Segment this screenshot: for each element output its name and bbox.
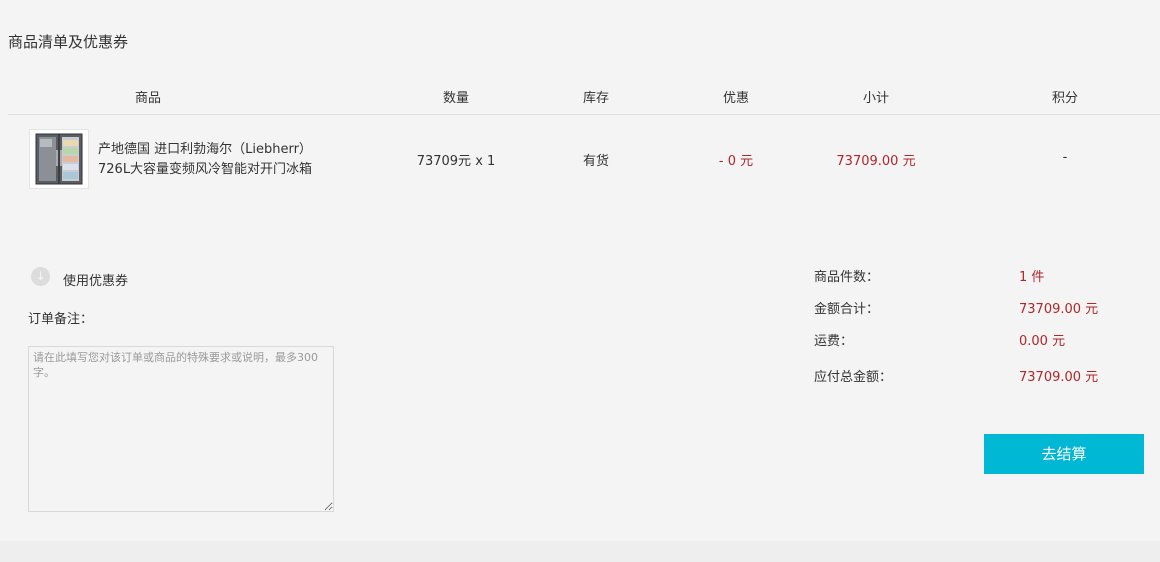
total-amount-label: 金额合计： (814, 302, 880, 317)
arrow-down-circle-icon[interactable]: ↓ (31, 267, 50, 286)
use-coupon-link[interactable]: 使用优惠券 (63, 270, 128, 289)
item-quantity: 73709元 x 1 (416, 154, 496, 169)
column-discount: 优惠 (722, 91, 749, 106)
item-stock: 有货 (582, 154, 609, 169)
column-points: 积分 (1051, 91, 1078, 106)
order-panel: 商品清单及优惠券 商品 数量 库存 优惠 小计 积分 产地德国 进口利勃海尔（L… (0, 0, 1160, 541)
item-count-label: 商品件数： (814, 270, 880, 285)
remark-label: 订单备注： (28, 312, 94, 327)
column-product: 商品 (134, 91, 161, 106)
total-amount-value: 73709.00 元 (1019, 302, 1099, 317)
table-header: 商品 数量 库存 优惠 小计 积分 (8, 75, 1160, 115)
item-subtotal: 73709.00 元 (836, 154, 916, 169)
payable-amount-label: 应付总金额： (814, 370, 893, 385)
remark-textarea[interactable] (28, 346, 334, 512)
shipping-label: 运费： (814, 334, 854, 349)
payable-amount-value: 73709.00 元 (1019, 370, 1099, 385)
column-stock: 库存 (582, 91, 609, 106)
checkout-button[interactable]: 去结算 (984, 434, 1144, 474)
refrigerator-product-image[interactable] (29, 129, 89, 189)
shipping-value: 0.00 元 (1019, 334, 1066, 349)
product-name-line2: 726L大容量变频风冷智能对开门冰箱 (98, 162, 313, 177)
item-points: - (1062, 150, 1068, 165)
section-title: 商品清单及优惠券 (8, 33, 129, 51)
item-discount: - 0 元 (718, 154, 754, 169)
column-quantity: 数量 (442, 91, 469, 106)
item-count-value: 1 件 (1019, 270, 1045, 285)
column-subtotal: 小计 (862, 91, 889, 106)
table-row: 产地德国 进口利勃海尔（Liebherr） 726L大容量变频风冷智能对开门冰箱… (8, 115, 1160, 205)
product-name[interactable]: 产地德国 进口利勃海尔（Liebherr） 726L大容量变频风冷智能对开门冰箱 (98, 140, 348, 180)
product-name-line1: 产地德国 进口利勃海尔（Liebherr） (98, 142, 312, 157)
